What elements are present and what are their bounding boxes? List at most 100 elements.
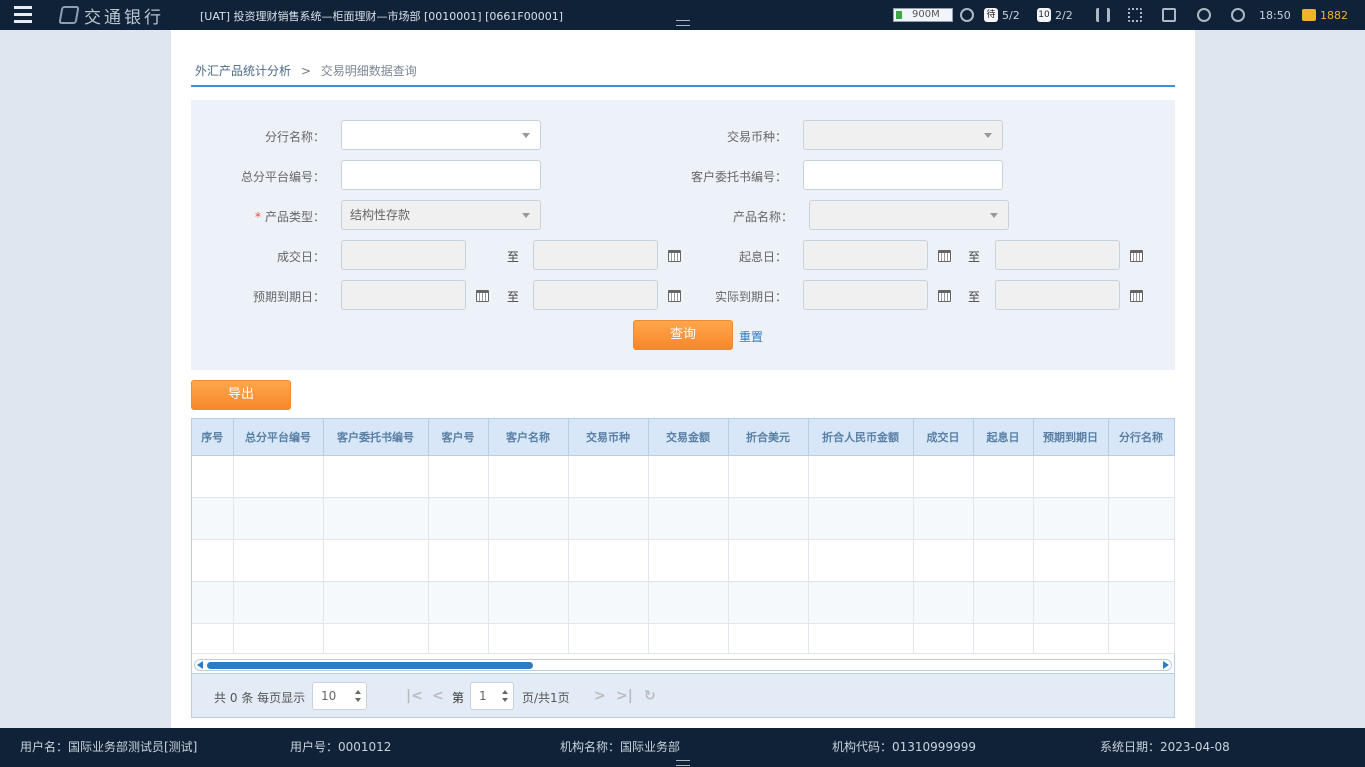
value-date-to-label: 至 <box>968 250 981 264</box>
query-button[interactable]: 查询 <box>633 320 733 350</box>
col-header[interactable]: 成交日 <box>913 419 974 456</box>
expiry-date-label: 预期到期日： <box>252 290 325 304</box>
message-count: 1882 <box>1320 8 1348 22</box>
table-row <box>192 455 1175 498</box>
prev-page-icon[interactable]: < <box>432 688 444 704</box>
calendar-icon[interactable] <box>938 250 951 262</box>
org-code: 机构代码：01310999999 <box>832 740 976 754</box>
table-row <box>192 623 1175 654</box>
branch-select[interactable] <box>341 120 541 150</box>
chevron-down-icon <box>984 133 992 138</box>
col-header[interactable]: 起息日 <box>973 419 1034 456</box>
task-badge[interactable]: 10 <box>1037 8 1051 22</box>
breadcrumb-current: 交易明细数据查询 <box>320 64 417 78</box>
trade-date-label: 成交日： <box>276 250 325 264</box>
calendar-icon[interactable] <box>938 290 951 302</box>
network-signal: 900M <box>893 8 953 22</box>
calendar-icon[interactable] <box>476 290 489 302</box>
col-header[interactable]: 交易金额 <box>648 419 729 456</box>
page-suffix: 页/共1页 <box>522 691 570 705</box>
actual-expiry-to-label: 至 <box>968 290 981 304</box>
user-icon[interactable] <box>1231 8 1245 22</box>
expiry-date-to[interactable] <box>533 280 658 310</box>
pagination-bar: 共 0 条 每页显示 10 |< < 第 1 页/共1页 > >| ↻ <box>192 673 1174 717</box>
calendar-icon[interactable] <box>668 250 681 262</box>
columns-icon[interactable] <box>1096 8 1110 22</box>
total-info: 共 0 条 每页显示 <box>214 691 306 705</box>
horizontal-scrollbar[interactable] <box>194 659 1172 671</box>
total-contract-input[interactable] <box>341 160 541 190</box>
col-header[interactable]: 总分平台编号 <box>233 419 324 456</box>
trade-date-to[interactable] <box>533 240 658 270</box>
product-type-value: 结构性存款 <box>350 208 411 222</box>
pending-badge[interactable]: 待 <box>984 8 998 22</box>
product-type-label: * 产品类型： <box>254 210 325 224</box>
col-header[interactable]: 客户名称 <box>488 419 569 456</box>
clock-time: 18:50 <box>1259 8 1291 22</box>
col-header[interactable]: 预期到期日 <box>1033 419 1109 456</box>
help-icon[interactable] <box>1162 8 1176 22</box>
bank-name: 交通银行 <box>84 7 164 28</box>
collapse-handle[interactable] <box>676 20 690 26</box>
chevron-down-icon <box>522 133 530 138</box>
col-header[interactable]: 分行名称 <box>1108 419 1175 456</box>
trade-currency-select[interactable] <box>803 120 1003 150</box>
search-form: 分行名称： 交易币种： 总分平台编号： 客户委托书编号： * 产品类型： 结构性存… <box>191 100 1175 370</box>
breadcrumb-parent[interactable]: 外汇产品统计分析 <box>195 64 291 78</box>
last-page-icon[interactable]: >| <box>616 688 633 704</box>
expiry-date-from[interactable] <box>341 280 466 310</box>
menu-icon[interactable] <box>14 6 34 24</box>
actual-expiry-to[interactable] <box>995 280 1120 310</box>
actual-expiry-label: 实际到期日： <box>714 290 787 304</box>
spin-up-icon <box>502 690 508 694</box>
value-date-label: 起息日： <box>738 250 787 264</box>
required-marker: * <box>254 210 261 224</box>
total-contract-label: 总分平台编号： <box>240 170 325 184</box>
value-date-from[interactable] <box>803 240 928 270</box>
link-icon[interactable] <box>960 8 974 22</box>
scroll-left-icon[interactable] <box>197 661 203 669</box>
calculator-icon[interactable] <box>1128 8 1142 22</box>
scrollbar-thumb[interactable] <box>207 662 533 669</box>
main-panel: 外汇产品统计分析 > 交易明细数据查询 分行名称： 交易币种： 总分平台编号： … <box>171 30 1195 728</box>
col-header[interactable]: 客户号 <box>428 419 489 456</box>
system-date: 系统日期：2023-04-08 <box>1100 740 1230 754</box>
branch-label: 分行名称： <box>264 130 325 144</box>
task-count: 2/2 <box>1055 8 1073 22</box>
calendar-icon[interactable] <box>1130 290 1143 302</box>
trade-currency-label: 交易币种： <box>726 130 787 144</box>
customer-contract-label: 客户委托书编号： <box>690 170 787 184</box>
col-header[interactable]: 客户委托书编号 <box>323 419 429 456</box>
table-row <box>192 497 1175 540</box>
product-type-select[interactable]: 结构性存款 <box>341 200 541 230</box>
org-name: 机构名称：国际业务部 <box>560 740 681 754</box>
calendar-icon[interactable] <box>1130 250 1143 262</box>
bottom-handle[interactable] <box>676 760 690 766</box>
product-name-select[interactable] <box>809 200 1009 230</box>
reset-link[interactable]: 重置 <box>739 328 763 345</box>
status-area: 900M <box>893 6 953 24</box>
message-icon[interactable] <box>1302 9 1316 21</box>
first-page-icon[interactable]: |< <box>406 688 423 704</box>
col-header[interactable]: 交易币种 <box>568 419 649 456</box>
col-header[interactable]: 序号 <box>192 419 234 456</box>
settings-icon[interactable] <box>1197 8 1211 22</box>
page-number-spinner[interactable]: 1 <box>470 682 514 710</box>
customer-contract-input[interactable] <box>803 160 1003 190</box>
next-page-icon[interactable]: > <box>594 688 606 704</box>
calendar-icon[interactable] <box>668 290 681 302</box>
trade-date-to-label: 至 <box>507 250 520 264</box>
page-size-spinner[interactable]: 10 <box>312 682 367 710</box>
col-header[interactable]: 折合人民币金额 <box>808 419 914 456</box>
export-button[interactable]: 导出 <box>191 380 291 410</box>
scroll-right-icon[interactable] <box>1163 661 1169 669</box>
system-title: [UAT] 投资理财销售系统—柜面理财—市场部 [0010001] [0661F… <box>200 10 563 23</box>
trade-date-from[interactable] <box>341 240 466 270</box>
refresh-icon[interactable]: ↻ <box>644 688 656 704</box>
user-id: 用户号：0001012 <box>290 740 392 754</box>
actual-expiry-from[interactable] <box>803 280 928 310</box>
logo-mark-icon <box>58 6 80 24</box>
col-header[interactable]: 折合美元 <box>728 419 809 456</box>
value-date-to[interactable] <box>995 240 1120 270</box>
pending-count: 5/2 <box>1002 8 1020 22</box>
